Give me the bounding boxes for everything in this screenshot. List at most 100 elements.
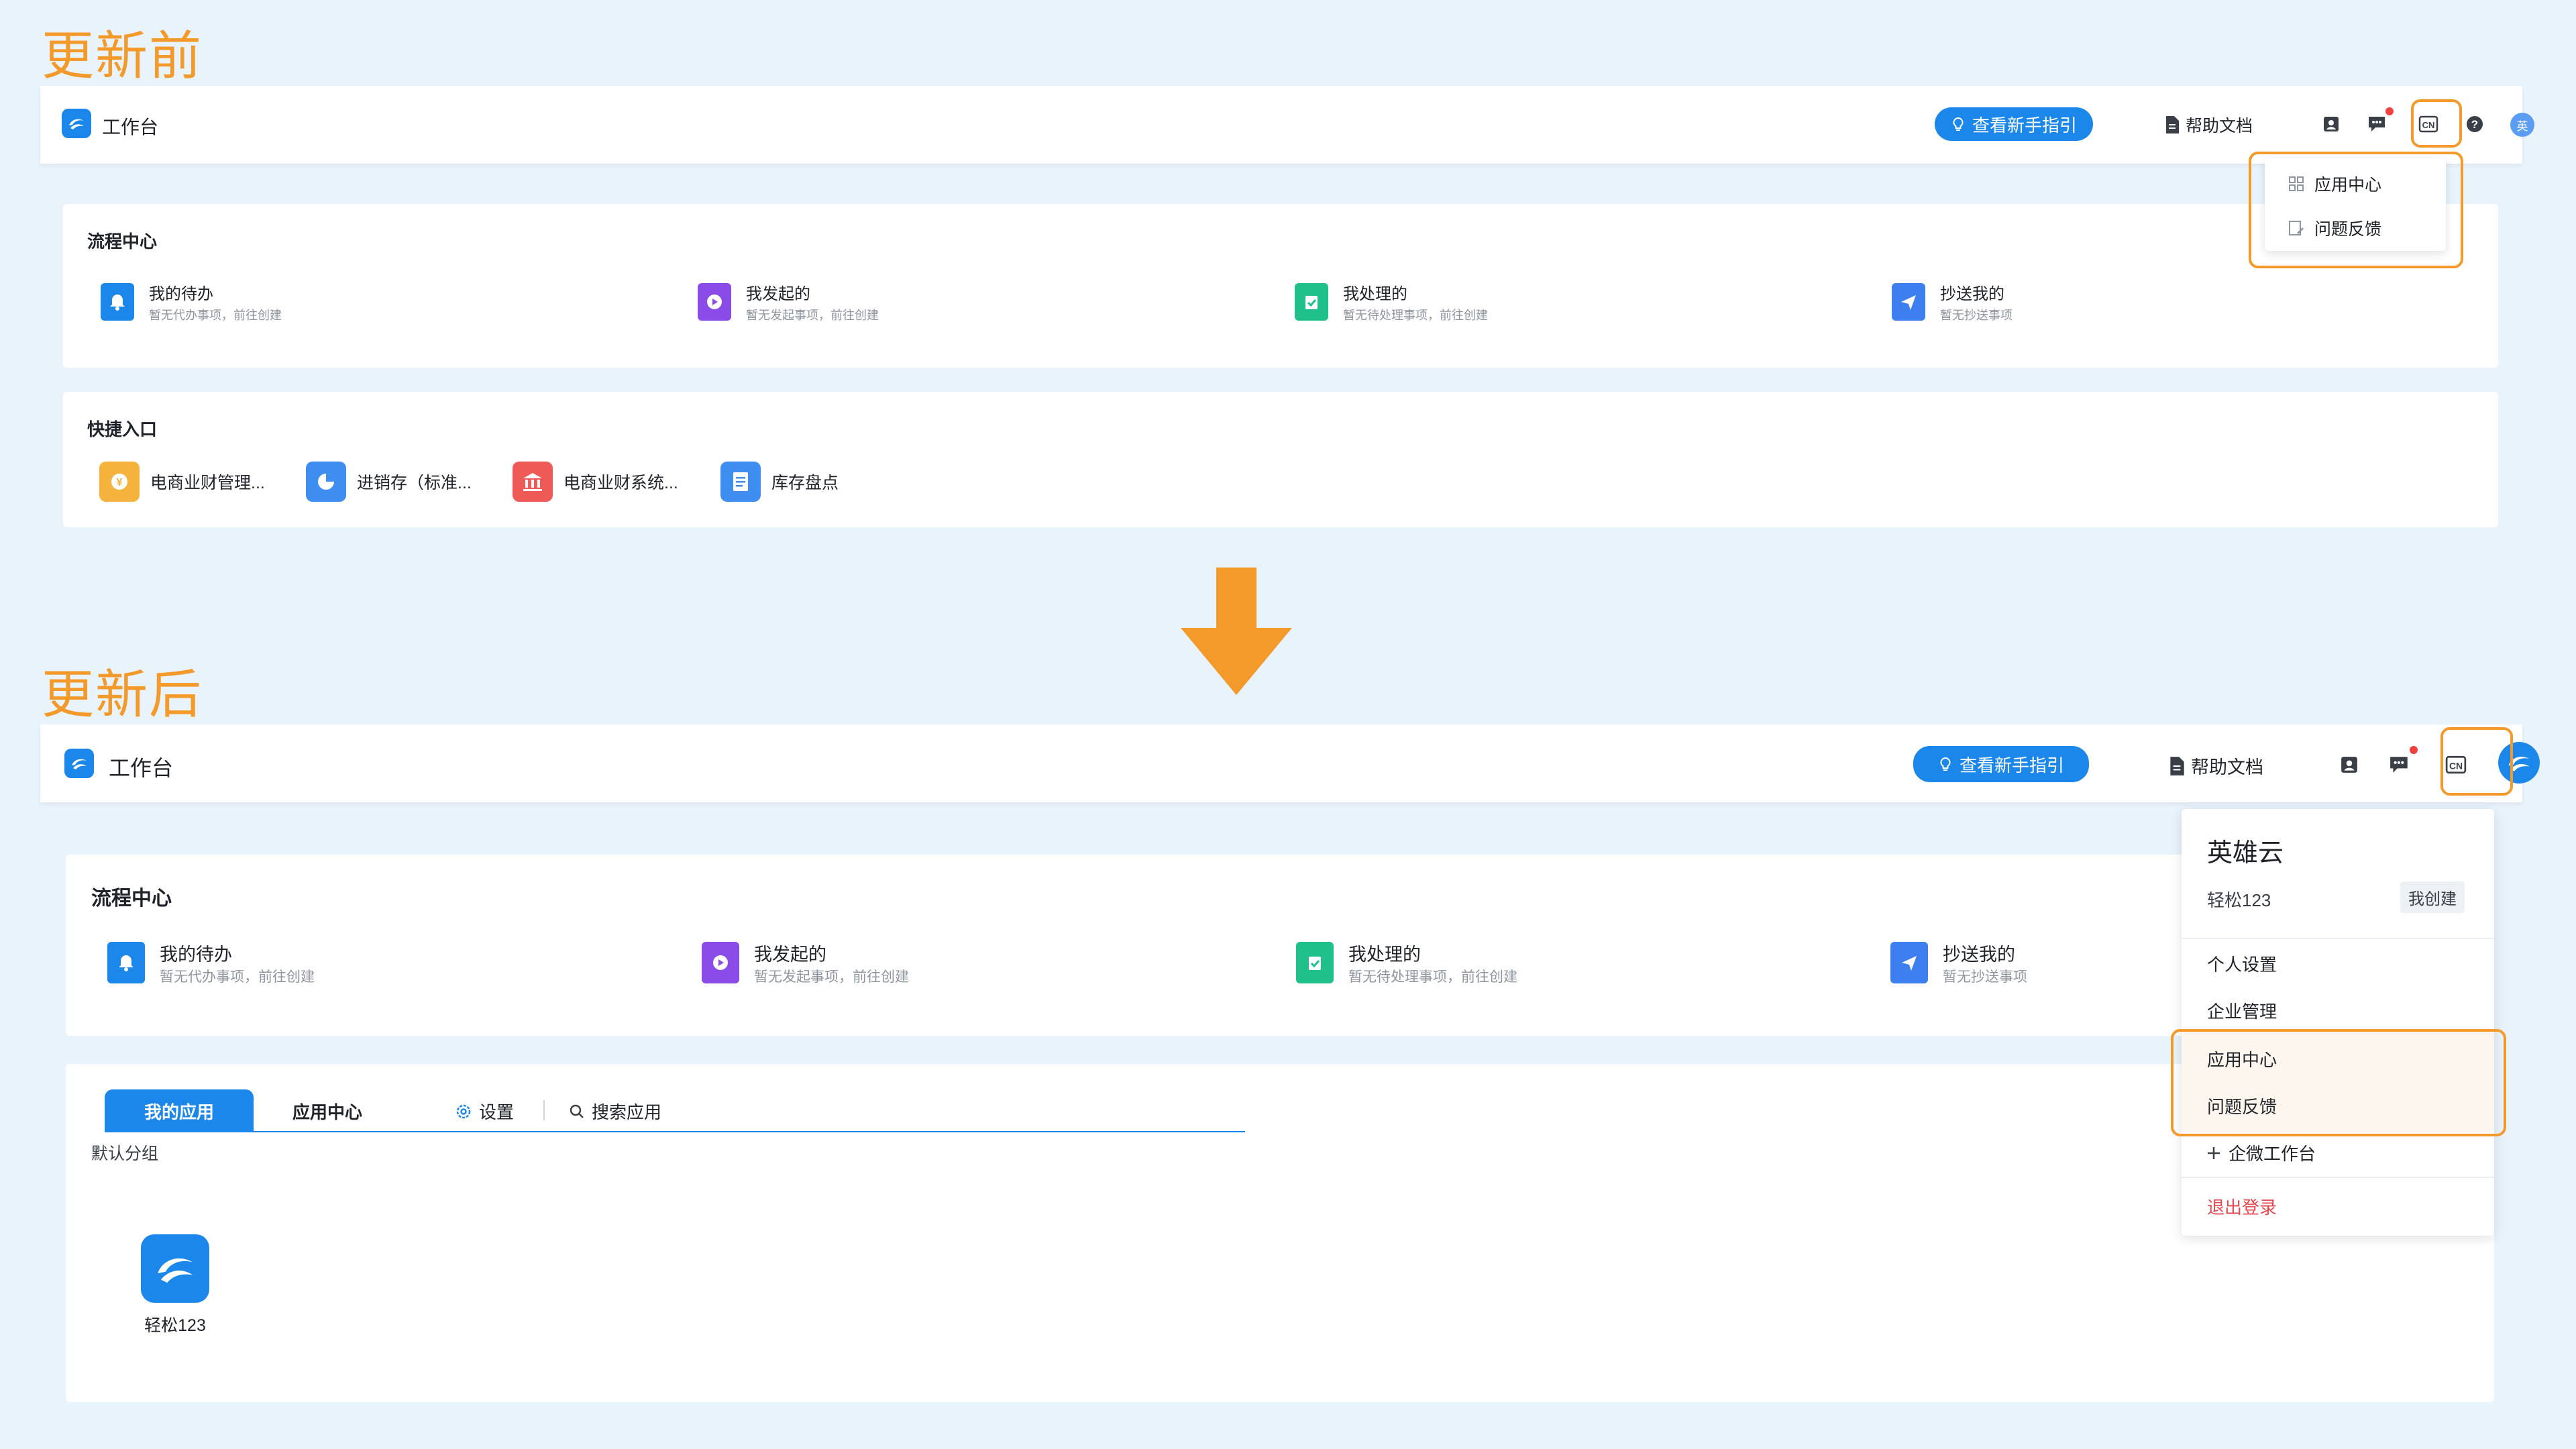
flow-item-todo[interactable]: 我的待办暂无代办事项，前往创建	[101, 283, 282, 325]
quick-item-3[interactable]: 电商业财系统...	[513, 462, 678, 502]
flow-item-sub: 暂无发起事项，前往创建	[746, 309, 879, 322]
after-caption: 更新后	[42, 665, 203, 724]
flow-item-cc[interactable]: 抄送我的暂无抄送事项	[1890, 942, 2027, 987]
menu-highlight	[2171, 1029, 2506, 1136]
settings-label: 设置	[479, 1102, 515, 1122]
contact-icon[interactable]	[2339, 754, 2360, 775]
flow-item-handled[interactable]: 我处理的暂无待处理事项，前往创建	[1295, 283, 1488, 325]
dropdown-highlight	[2249, 152, 2463, 268]
message-icon[interactable]	[2367, 114, 2388, 134]
quick-section-title: 快捷入口	[87, 419, 158, 439]
tab-underline	[105, 1131, 1245, 1132]
quick-item-1[interactable]: ¥ 电商业财管理...	[99, 462, 265, 502]
document-icon	[2166, 116, 2179, 133]
flow-item-todo[interactable]: 我的待办暂无代办事项，前往创建	[107, 942, 315, 987]
flow-item-name: 我发起的	[754, 945, 826, 965]
menu-item-enterprise[interactable]: 企业管理	[2207, 998, 2277, 1023]
flow-item-name: 我处理的	[1343, 285, 1407, 303]
help-icon[interactable]: ?	[2465, 114, 2485, 134]
flow-item-sub: 暂无代办事项，前往创建	[160, 969, 315, 985]
bell-icon	[107, 942, 145, 983]
svg-text:?: ?	[2471, 118, 2478, 131]
flow-item-sub: 暂无发起事项，前往创建	[754, 969, 909, 985]
flow-item-name: 我发起的	[746, 285, 810, 303]
guide-button-label: 查看新手指引	[1972, 115, 2077, 136]
help-icon-highlight	[2411, 99, 2462, 148]
help-docs-link[interactable]: 帮助文档	[2164, 113, 2253, 137]
quick-item-4[interactable]: 库存盘点	[720, 462, 839, 502]
after-flow-card: 流程中心 我的待办暂无代办事项，前往创建 我发起的暂无发起事项，前往创建 我处理…	[66, 855, 2494, 1036]
pie-chart-icon	[306, 462, 346, 502]
flow-item-sub: 暂无抄送事项	[1940, 309, 2012, 322]
menu-divider	[2182, 1177, 2494, 1178]
app-tile-label[interactable]: 轻松123	[126, 1312, 224, 1336]
before-header-bar: 工作台 查看新手指引 帮助文档 CN ? 英	[40, 86, 2534, 164]
svg-text:¥: ¥	[117, 477, 123, 488]
search-placeholder: 搜索应用	[592, 1102, 662, 1122]
app-name: 轻松123	[2207, 890, 2271, 910]
checklist-icon	[1295, 283, 1328, 321]
flow-item-name: 我的待办	[149, 285, 213, 303]
bank-icon	[513, 462, 553, 502]
page-title: 工作台	[109, 756, 174, 780]
send-icon	[1890, 942, 1928, 983]
send-icon	[1892, 283, 1925, 321]
quick-item-label: 库存盘点	[771, 474, 839, 492]
tab-app-center[interactable]: 应用中心	[267, 1089, 388, 1132]
help-docs-link[interactable]: 帮助文档	[2168, 753, 2263, 779]
play-icon	[698, 283, 731, 321]
flow-item-initiated[interactable]: 我发起的暂无发起事项，前往创建	[698, 283, 879, 325]
flow-item-name: 抄送我的	[1940, 285, 2004, 303]
app-logo-icon[interactable]	[64, 749, 94, 778]
help-docs-label: 帮助文档	[2186, 117, 2253, 136]
quick-item-label: 进销存（标准...	[357, 474, 472, 492]
after-header-bar: 工作台 查看新手指引 帮助文档 CN	[40, 724, 2540, 802]
app-tile-icon[interactable]	[141, 1234, 209, 1303]
flow-item-cc[interactable]: 抄送我的暂无抄送事项	[1892, 283, 2012, 325]
flow-item-initiated[interactable]: 我发起的暂无发起事项，前往创建	[702, 942, 909, 987]
settings-button[interactable]: 设置	[455, 1099, 514, 1124]
menu-item-wechat[interactable]: 企微工作台	[2206, 1140, 2316, 1165]
flow-item-sub: 暂无待处理事项，前往创建	[1343, 309, 1488, 322]
app-logo-icon[interactable]	[62, 109, 91, 138]
message-icon[interactable]	[2388, 754, 2411, 775]
flow-section-title: 流程中心	[91, 888, 172, 910]
document-icon	[2170, 756, 2184, 775]
checklist-icon	[1296, 942, 1334, 983]
lightbulb-icon	[1953, 117, 1964, 131]
group-label: 默认分组	[91, 1144, 159, 1163]
before-caption: 更新前	[42, 26, 203, 85]
before-flow-card: 流程中心 我的待办暂无代办事项，前往创建 我发起的暂无发起事项，前往创建 我处理…	[63, 204, 2498, 368]
gear-icon	[456, 1104, 471, 1118]
flow-item-handled[interactable]: 我处理的 暂无待处理事项，前往创建	[1296, 942, 1517, 987]
quick-item-label: 电商业财系统...	[564, 474, 678, 492]
plus-icon	[2208, 1146, 2220, 1159]
flow-item-sub: 暂无抄送事项	[1943, 969, 2027, 985]
flow-section-title: 流程中心	[87, 231, 158, 252]
user-menu: 英雄云 轻松123 我创建 个人设置 企业管理 应用中心 问题反馈 企微工作台 …	[2182, 809, 2494, 1236]
flow-item-name: 抄送我的	[1943, 945, 2015, 965]
page-title: 工作台	[102, 117, 159, 138]
created-badge: 我创建	[2400, 881, 2465, 913]
notification-dot	[2385, 107, 2394, 115]
avatar[interactable]: 英	[2510, 113, 2534, 137]
divider	[543, 1100, 545, 1120]
contact-icon[interactable]	[2321, 114, 2341, 134]
apps-card: 我的应用 应用中心 设置 搜索应用 默认分组 轻松123	[66, 1064, 2494, 1402]
menu-item-logout[interactable]: 退出登录	[2207, 1194, 2277, 1219]
company-name: 英雄云	[2207, 839, 2284, 867]
flow-item-name: 我处理的	[1348, 945, 1421, 965]
search-apps-input[interactable]: 搜索应用	[569, 1099, 661, 1124]
menu-item-personal[interactable]: 个人设置	[2207, 951, 2277, 976]
guide-button[interactable]: 查看新手指引	[1913, 746, 2089, 782]
quick-item-2[interactable]: 进销存（标准...	[306, 462, 472, 502]
bell-icon	[101, 283, 134, 321]
guide-button[interactable]: 查看新手指引	[1935, 107, 2093, 141]
coin-icon: ¥	[99, 462, 140, 502]
flow-item-name: 我的待办	[160, 945, 232, 965]
flow-item-sub: 暂无代办事项，前往创建	[149, 309, 282, 322]
down-arrow-icon	[1181, 568, 1292, 695]
guide-button-label: 查看新手指引	[1959, 755, 2064, 775]
tab-my-apps[interactable]: 我的应用	[105, 1089, 254, 1132]
lightbulb-icon	[1940, 757, 1951, 771]
